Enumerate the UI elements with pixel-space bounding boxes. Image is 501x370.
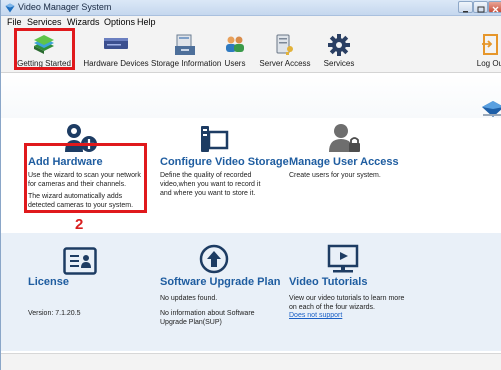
logout-door-icon <box>482 34 498 55</box>
toolbar-label: Storage Information <box>151 59 222 68</box>
maximize-button[interactable] <box>473 1 488 13</box>
toolbar: Getting Started Hardware Devices Storage… <box>1 29 501 73</box>
server-key-icon <box>276 34 293 55</box>
toolbar-label: Users <box>224 59 246 68</box>
status-bar <box>1 353 501 370</box>
toolbar-storage-information[interactable]: Storage Information <box>151 29 222 73</box>
highlight-box-add-hardware <box>24 143 147 213</box>
video-tutorials-link[interactable]: Does not support <box>289 312 342 319</box>
header-strip <box>1 74 501 118</box>
step-number-2: 2 <box>75 216 84 233</box>
toolbar-label: Log Out <box>476 59 501 68</box>
user-lock-icon[interactable] <box>327 122 363 154</box>
menu-options[interactable]: Options <box>104 17 135 27</box>
license-version: Version: 7.1.20.5 <box>28 310 81 317</box>
video-storage-icon[interactable] <box>195 124 231 154</box>
menu-bar: File Services Wizards Options Help <box>1 16 501 29</box>
software-upgrade-title: Software Upgrade Plan <box>160 276 281 288</box>
minimize-button[interactable] <box>458 1 473 13</box>
gear-icon <box>328 34 350 56</box>
toolbar-label: Hardware Devices <box>83 59 149 68</box>
toolbar-label: Services <box>323 59 355 68</box>
highlight-box-getting-started <box>14 28 75 70</box>
menu-wizards[interactable]: Wizards <box>67 17 100 27</box>
app-logo-icon <box>5 3 15 13</box>
brand-logo-icon <box>482 101 501 117</box>
menu-services[interactable]: Services <box>27 17 62 27</box>
configure-storage-title[interactable]: Configure Video Storage <box>160 156 289 168</box>
window-title: Video Manager System <box>18 2 112 12</box>
license-card-icon[interactable] <box>63 247 97 275</box>
maximize-icon <box>477 6 485 13</box>
app-window: Video Manager System File Services Wizar… <box>0 0 501 370</box>
title-bar: Video Manager System <box>1 0 501 16</box>
manage-users-title[interactable]: Manage User Access <box>289 156 399 168</box>
storage-drawer-icon <box>175 34 195 55</box>
nvr-device-icon <box>104 38 128 49</box>
video-tutorials-title: Video Tutorials <box>289 276 368 288</box>
menu-file[interactable]: File <box>7 17 22 27</box>
toolbar-label: Server Access <box>259 59 311 68</box>
configure-storage-desc: Define the quality of recorded video,whe… <box>160 172 261 197</box>
toolbar-server-access[interactable]: Server Access <box>259 29 311 73</box>
window-controls <box>456 1 501 14</box>
close-icon <box>492 6 499 13</box>
license-title: License <box>28 276 69 288</box>
toolbar-services[interactable]: Services <box>316 29 362 73</box>
manage-users-desc: Create users for your system. <box>289 172 381 179</box>
video-tutorials-desc: View our video tutorials to learn more o… <box>289 295 405 311</box>
upgrade-arrow-icon[interactable] <box>199 244 229 274</box>
video-tutorial-icon[interactable] <box>327 244 359 274</box>
minimize-icon <box>463 11 468 13</box>
toolbar-log-out[interactable]: Log Out <box>473 29 501 73</box>
menu-help[interactable]: Help <box>137 17 156 27</box>
toolbar-hardware-devices[interactable]: Hardware Devices <box>81 29 151 73</box>
toolbar-users[interactable]: Users <box>213 29 257 73</box>
software-upgrade-info: No information about Software Upgrade Pl… <box>160 310 255 326</box>
close-button[interactable] <box>488 1 501 13</box>
users-icon <box>226 36 244 52</box>
software-upgrade-status: No updates found. <box>160 295 218 302</box>
